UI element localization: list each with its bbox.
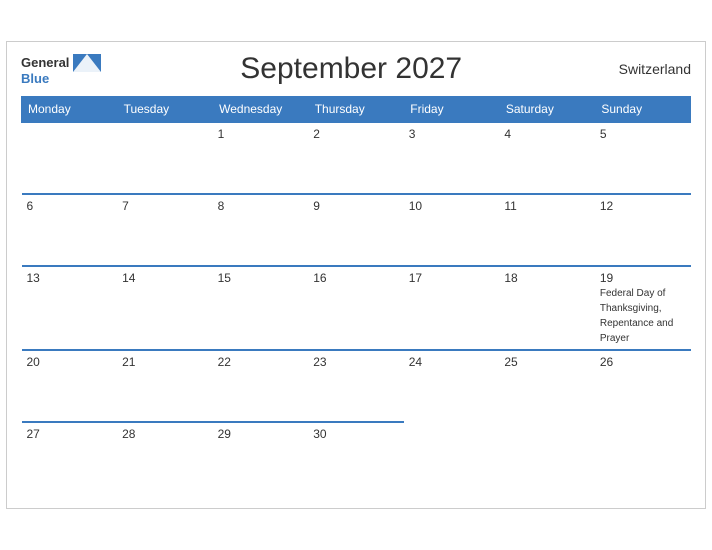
calendar-cell: 12 xyxy=(595,194,691,266)
event-label: Federal Day of Thanksgiving, Repentance … xyxy=(600,288,673,344)
calendar-cell: 2 xyxy=(308,122,404,194)
calendar-cell: 1 xyxy=(213,122,309,194)
logo-blue: Blue xyxy=(21,72,49,85)
calendar-cell: 22 xyxy=(213,350,309,422)
weekday-header: Sunday xyxy=(595,97,691,123)
calendar-cell: 13 xyxy=(22,266,118,350)
weekday-header: Thursday xyxy=(308,97,404,123)
day-number: 3 xyxy=(409,127,495,141)
weekday-header: Wednesday xyxy=(213,97,309,123)
day-number: 25 xyxy=(504,355,590,369)
logo-general: General xyxy=(21,56,69,69)
calendar-cell: 16 xyxy=(308,266,404,350)
calendar-cell: 9 xyxy=(308,194,404,266)
weekday-header: Monday xyxy=(22,97,118,123)
day-number: 12 xyxy=(600,199,686,213)
day-number: 21 xyxy=(122,355,208,369)
calendar-cell: 26 xyxy=(595,350,691,422)
day-number: 13 xyxy=(27,271,113,285)
day-number: 19 xyxy=(600,271,686,285)
calendar-cell xyxy=(22,122,118,194)
weekday-header-row: MondayTuesdayWednesdayThursdayFridaySatu… xyxy=(22,97,691,123)
day-number: 16 xyxy=(313,271,399,285)
day-number: 28 xyxy=(122,427,208,441)
calendar-cell: 19 Federal Day of Thanksgiving, Repentanc… xyxy=(595,266,691,350)
calendar-cell xyxy=(117,122,213,194)
weekday-header: Tuesday xyxy=(117,97,213,123)
calendar-cell: 5 xyxy=(595,122,691,194)
day-number: 8 xyxy=(218,199,304,213)
calendar-cell: 27 xyxy=(22,422,118,494)
calendar-week-row: 6789 10 11 12 xyxy=(22,194,691,266)
calendar-cell: 25 xyxy=(499,350,595,422)
month-title: September 2027 xyxy=(101,52,601,86)
calendar-cell: 18 xyxy=(499,266,595,350)
calendar-week-row: 13 14 15 16 17 18 19 Federal Day of Thanksgivin… xyxy=(22,266,691,350)
logo-flag-icon xyxy=(73,54,101,72)
calendar-cell: 23 xyxy=(308,350,404,422)
day-number: 22 xyxy=(218,355,304,369)
day-number: 9 xyxy=(313,199,399,213)
country-name: Switzerland xyxy=(601,61,691,77)
day-number: 4 xyxy=(504,127,590,141)
calendar-cell: 8 xyxy=(213,194,309,266)
day-number: 10 xyxy=(409,199,495,213)
weekday-header: Saturday xyxy=(499,97,595,123)
day-number: 14 xyxy=(122,271,208,285)
calendar-cell: 29 xyxy=(213,422,309,494)
calendar-cell xyxy=(499,422,595,494)
weekday-header: Friday xyxy=(404,97,500,123)
calendar-cell: 10 xyxy=(404,194,500,266)
day-number: 20 xyxy=(27,355,113,369)
calendar-header: General Blue September 2027 Switzerland xyxy=(21,52,691,86)
calendar-cell: 3 xyxy=(404,122,500,194)
calendar-cell: 20 xyxy=(22,350,118,422)
day-number: 5 xyxy=(600,127,686,141)
calendar-cell: 11 xyxy=(499,194,595,266)
calendar-cell: 6 xyxy=(22,194,118,266)
calendar-wrapper: General Blue September 2027 Switzerland … xyxy=(6,41,706,509)
calendar-week-row: 20 21 22 23 24 25 26 xyxy=(22,350,691,422)
calendar-cell: 21 xyxy=(117,350,213,422)
calendar-cell: 30 xyxy=(308,422,404,494)
calendar-cell: 15 xyxy=(213,266,309,350)
calendar-cell: 24 xyxy=(404,350,500,422)
day-number: 2 xyxy=(313,127,399,141)
day-number: 6 xyxy=(27,199,113,213)
day-number: 24 xyxy=(409,355,495,369)
day-number: 17 xyxy=(409,271,495,285)
calendar-week-row: 12345 xyxy=(22,122,691,194)
day-number: 29 xyxy=(218,427,304,441)
calendar-cell xyxy=(595,422,691,494)
calendar-cell: 4 xyxy=(499,122,595,194)
calendar-cell: 17 xyxy=(404,266,500,350)
day-number: 27 xyxy=(27,427,113,441)
day-number: 11 xyxy=(504,199,590,213)
day-number: 15 xyxy=(218,271,304,285)
calendar-cell: 28 xyxy=(117,422,213,494)
calendar-cell: 14 xyxy=(117,266,213,350)
day-number: 30 xyxy=(313,427,399,441)
calendar-grid: MondayTuesdayWednesdayThursdayFridaySatu… xyxy=(21,96,691,494)
calendar-cell: 7 xyxy=(117,194,213,266)
calendar-cell xyxy=(404,422,500,494)
day-number: 1 xyxy=(218,127,304,141)
day-number: 23 xyxy=(313,355,399,369)
day-number: 26 xyxy=(600,355,686,369)
calendar-week-row: 27 28 29 30 xyxy=(22,422,691,494)
logo-area: General Blue xyxy=(21,54,101,85)
day-number: 18 xyxy=(504,271,590,285)
day-number: 7 xyxy=(122,199,208,213)
